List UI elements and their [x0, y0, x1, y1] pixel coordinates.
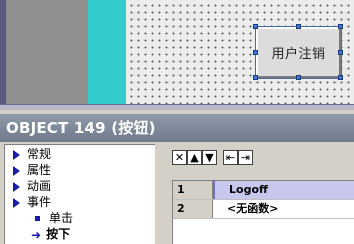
close-icon: ✕ — [174, 151, 185, 164]
logoff-button-object[interactable]: 用户注销 — [255, 26, 342, 79]
properties-panel: OBJECT 149 (按钮) 常规 属性 动画 事件 单击 ➜ 按下 ✕ ▲ — [0, 110, 354, 244]
arrow-right-icon: ➜ — [31, 227, 42, 242]
function-list-pane: ✕ ▲ ▼ ⇤ ⇥ 1 Logoff 2 <无函数> — [160, 144, 354, 244]
tree-item-click[interactable]: 单击 — [35, 210, 73, 226]
indent-right-icon: ⇥ — [240, 151, 251, 164]
move-down-button[interactable]: ▼ — [202, 150, 217, 165]
function-cell[interactable]: <无函数> — [213, 200, 354, 218]
tree-item-label: 属性 — [27, 163, 52, 177]
tree-item-label: 动画 — [27, 179, 52, 193]
indent-left-icon: ⇤ — [225, 151, 236, 164]
resize-handle-bm[interactable] — [296, 75, 301, 80]
resize-handle-tl[interactable] — [253, 24, 258, 29]
table-row[interactable]: 2 <无函数> — [173, 200, 354, 219]
table-row[interactable]: 1 Logoff — [173, 181, 354, 200]
indent-right-button[interactable]: ⇥ — [238, 150, 253, 165]
indent-left-button[interactable]: ⇤ — [223, 150, 238, 165]
delete-button[interactable]: ✕ — [172, 150, 187, 165]
tree-item-animation[interactable]: 动画 — [13, 178, 51, 194]
gray-region — [6, 0, 88, 104]
cyan-region — [88, 0, 126, 104]
arrow-down-icon: ▼ — [205, 151, 214, 164]
move-up-button[interactable]: ▲ — [187, 150, 202, 165]
resize-handle-tr[interactable] — [338, 24, 343, 29]
triangle-icon — [13, 181, 20, 192]
screen-editor: 用户注销 — [0, 0, 354, 110]
resize-handle-tm[interactable] — [296, 24, 301, 29]
tree-item-events[interactable]: 事件 — [13, 194, 51, 210]
function-table: 1 Logoff 2 <无函数> — [172, 180, 354, 244]
resize-handle-mr[interactable] — [338, 50, 343, 55]
resize-handle-br[interactable] — [338, 75, 343, 80]
tree-item-label: 按下 — [46, 227, 71, 241]
resize-handle-ml[interactable] — [253, 50, 258, 55]
row-number: 2 — [173, 200, 213, 218]
tree-item-properties[interactable]: 属性 — [13, 162, 51, 178]
triangle-icon — [13, 197, 20, 208]
tree-item-label: 事件 — [27, 195, 52, 209]
resize-handle-bl[interactable] — [253, 75, 258, 80]
tree-item-label: 单击 — [49, 211, 74, 225]
square-bullet-icon — [35, 216, 40, 221]
tree-item-press[interactable]: ➜ 按下 — [31, 226, 70, 242]
row-number: 1 — [173, 181, 213, 199]
tree-item-general[interactable]: 常规 — [13, 146, 51, 162]
panel-title: OBJECT 149 (按钮) — [0, 114, 354, 142]
property-tree: 常规 属性 动画 事件 单击 ➜ 按下 — [4, 144, 155, 244]
triangle-icon — [13, 165, 20, 176]
tree-item-label: 常规 — [27, 147, 52, 161]
button-object-label: 用户注销 — [271, 47, 326, 62]
function-cell[interactable]: Logoff — [213, 181, 354, 199]
triangle-icon — [13, 149, 20, 160]
arrow-up-icon: ▲ — [190, 151, 199, 164]
